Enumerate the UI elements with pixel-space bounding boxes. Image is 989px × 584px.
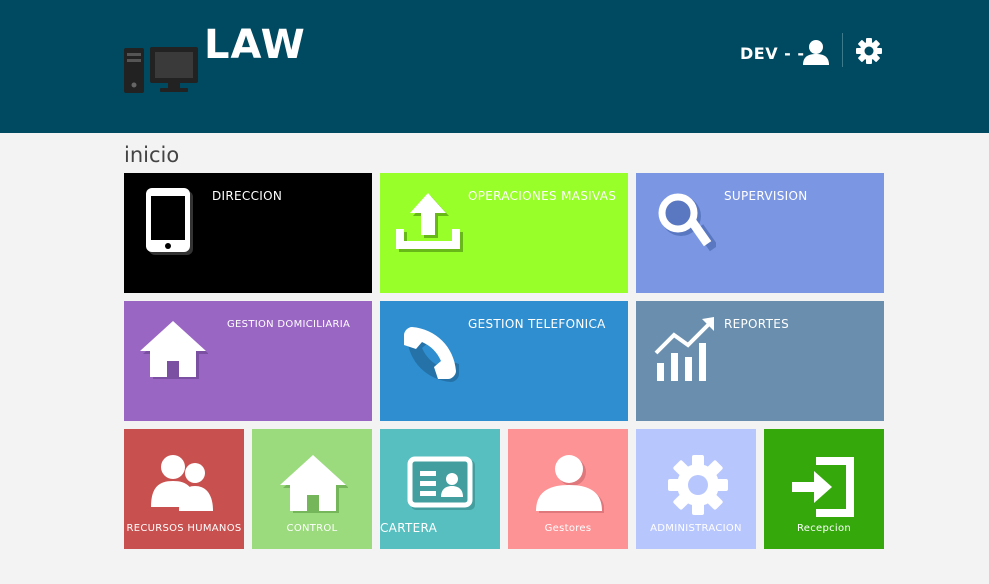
header-divider [842,33,843,67]
tile-gestion-domiciliaria[interactable]: GESTION DOMICILIARIA [124,301,372,421]
tile-label: SUPERVISION [724,189,808,203]
search-icon [658,193,716,252]
user-name: DEV - - [740,44,805,63]
tile-label: Gestores [544,523,592,534]
tablet-icon [146,188,193,255]
tile-operaciones-masivas[interactable]: OPERACIONES MASIVAS [380,173,628,293]
phone-icon [404,327,459,382]
tile-supervision[interactable]: SUPERVISION [636,173,884,293]
tile-reportes[interactable]: REPORTES [636,301,884,421]
user-icon[interactable] [802,38,830,66]
tile-gestion-telefonica[interactable]: GESTION TELEFONICA [380,301,628,421]
tile-label: RECURSOS HUMANOS [126,523,242,534]
home-icon [280,455,348,513]
tile-recursos-humanos[interactable]: RECURSOS HUMANOS [124,429,244,549]
user-icon [536,455,604,513]
tile-administracion[interactable]: ADMINISTRACION [636,429,756,549]
upload-icon [396,193,463,252]
tile-gestores[interactable]: Gestores [508,429,628,549]
id-card-icon [407,456,475,510]
gear-icon[interactable] [856,38,882,64]
tile-recepcion[interactable]: Recepcion [764,429,884,549]
tile-label: REPORTES [724,317,789,331]
page-heading: inicio [124,143,180,167]
tile-cartera[interactable]: CARTERA [380,429,500,549]
tile-label: ADMINISTRACION [650,523,742,534]
app-title: LAW [204,22,306,68]
tile-label: CARTERA [380,521,438,535]
chart-growth-icon [654,317,714,381]
users-icon [151,455,213,511]
sign-in-icon [792,457,854,517]
tile-label: GESTION DOMICILIARIA [227,319,351,330]
tile-control[interactable]: CONTROL [252,429,372,549]
top-header: LAW DEV - - [0,0,989,133]
tile-label: GESTION TELEFONICA [468,317,606,331]
tile-label: CONTROL [286,523,338,534]
tile-direccion[interactable]: DIRECCION [124,173,372,293]
tile-label: DIRECCION [212,189,283,203]
computer-logo-icon [124,47,198,93]
tile-label: OPERACIONES MASIVAS [468,189,617,203]
home-icon [140,321,208,379]
gear-icon [668,455,728,515]
tile-label: Recepcion [796,523,852,534]
